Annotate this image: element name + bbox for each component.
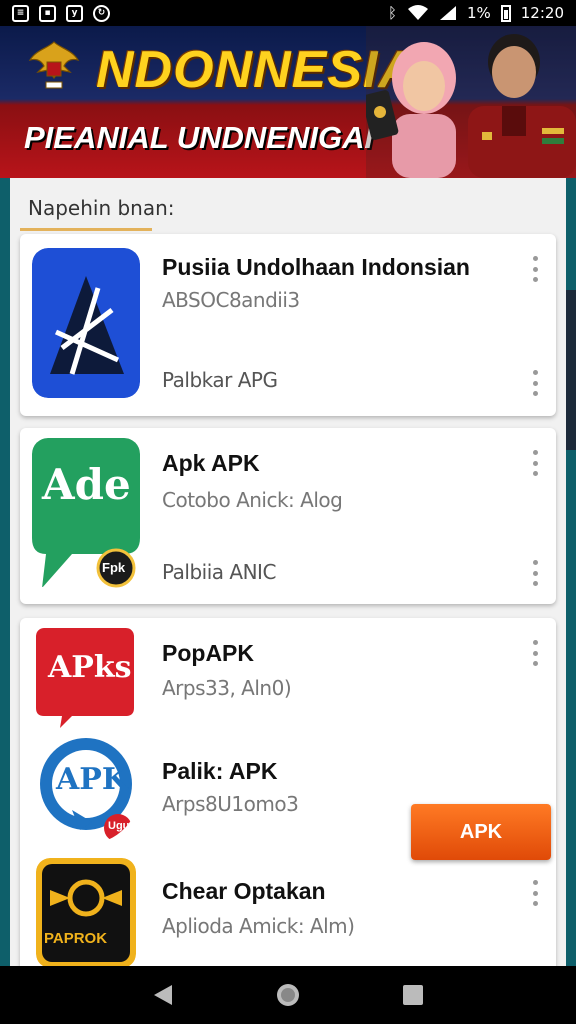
app-5-more-icon[interactable] xyxy=(531,880,539,906)
banner-subtitle: PIEANIAL UNDNENIGAI xyxy=(24,120,374,155)
app-1-icon[interactable] xyxy=(32,248,140,398)
app-4-name: Palik: APK xyxy=(162,758,278,784)
status-bar: ≡ ▪ y ↻ ᛒ 1% 12:20 xyxy=(0,0,576,26)
status-left-icons: ≡ ▪ y ↻ xyxy=(12,4,110,22)
signal-icon xyxy=(439,6,456,20)
app-4-subtitle: Arps8U1omo3 xyxy=(162,792,299,816)
app-3-icon[interactable]: APks xyxy=(36,628,134,728)
app-1-name: Pusiia Undolhaan Indonsian xyxy=(162,254,470,280)
status-right-icons: ᛒ 1% 12:20 xyxy=(388,4,564,22)
app-3-subtitle: Arps33, Aln0) xyxy=(162,676,292,700)
app-card[interactable]: Ade Fpk Apk APK Cotobo Anick: Alog Palbi… xyxy=(20,428,556,604)
app-3-icon-text: APks xyxy=(48,650,132,685)
app-list-panel: Napehin bnan: Pusiia Undolhaan Indonsian… xyxy=(10,178,566,968)
vector-app-icon xyxy=(32,248,140,398)
section-underline xyxy=(20,228,152,231)
app-2-more-icon[interactable] xyxy=(531,450,539,476)
app-3-name: PopAPK xyxy=(162,640,254,666)
battery-icon xyxy=(500,4,511,22)
app-3-more-icon[interactable] xyxy=(531,640,539,666)
scrollbar[interactable] xyxy=(566,290,576,450)
clock: 12:20 xyxy=(520,4,564,22)
app-icon: y xyxy=(66,4,83,22)
notification-icon: ≡ xyxy=(12,4,29,22)
app-4-icon-badge: Ugu xyxy=(108,820,130,832)
wifi-icon xyxy=(407,5,428,20)
app-2-name: Apk APK xyxy=(162,450,260,476)
app-5-subtitle: Aplioda Amick: Alm) xyxy=(162,914,355,938)
app-1-more-icon-lower[interactable] xyxy=(531,370,539,396)
header-banner[interactable]: NDONNESIAI PIEANIAL UNDNENIGAI xyxy=(0,26,576,178)
garuda-crest-icon xyxy=(28,41,80,89)
app-1-meta: Palbkar APG xyxy=(162,368,278,392)
app-2-icon[interactable]: Ade Fpk xyxy=(32,438,140,588)
image-icon: ▪ xyxy=(39,4,56,22)
back-icon[interactable] xyxy=(143,975,183,1015)
app-5-name: Chear Optakan xyxy=(162,878,326,904)
app-4-icon[interactable]: APK Ugu xyxy=(36,736,140,844)
app-card[interactable]: Pusiia Undolhaan Indonsian ABSOC8andii3 … xyxy=(20,234,556,416)
app-1-more-icon[interactable] xyxy=(531,256,539,282)
app-1-subtitle: ABSOC8andii3 xyxy=(162,288,300,312)
section-label: Napehin bnan: xyxy=(28,196,175,220)
officials-illustration xyxy=(366,26,576,178)
apk-download-button[interactable]: APK xyxy=(411,804,551,860)
app-card[interactable]: APks PopAPK Arps33, Aln0) APK Ugu Palik:… xyxy=(20,618,556,968)
winged-app-icon xyxy=(36,858,136,968)
app-2-icon-badge: Fpk xyxy=(102,560,126,575)
app-2-more-icon-lower[interactable] xyxy=(531,560,539,586)
home-icon[interactable] xyxy=(268,975,308,1015)
app-5-icon-text: PAPROK xyxy=(44,930,108,947)
bluetooth-icon: ᛒ xyxy=(387,4,397,22)
sync-icon: ↻ xyxy=(93,4,110,22)
battery-percent: 1% xyxy=(466,4,491,22)
recents-icon[interactable] xyxy=(393,975,433,1015)
app-5-icon[interactable]: PAPROK xyxy=(36,858,136,968)
app-4-icon-text: APK xyxy=(56,762,128,797)
navigation-bar xyxy=(0,966,576,1024)
app-2-subtitle: Cotobo Anick: Alog xyxy=(162,488,343,512)
app-2-meta: Palbiia ANIC xyxy=(162,560,276,584)
app-2-icon-text: Ade xyxy=(42,460,131,509)
